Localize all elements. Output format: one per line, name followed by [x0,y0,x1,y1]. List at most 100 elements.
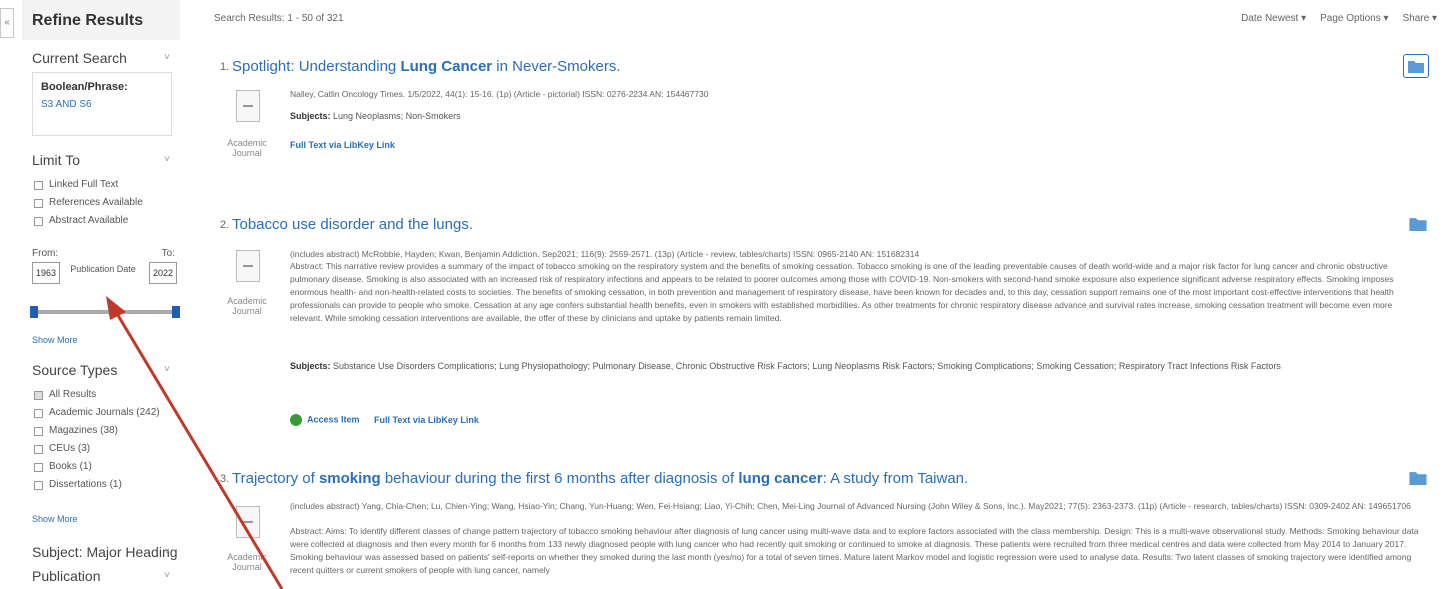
subject-major-heading-label: Subject: Major Heading [32,544,178,560]
to-label: To: [161,248,175,259]
subjects-text: Lung Neoplasms; Non-Smokers [333,111,461,121]
refine-results-sidebar: Refine Results Current Search ˅ Boolean/… [22,0,180,589]
access-item-label: Access Item [307,414,360,425]
boolean-phrase-link[interactable]: S3 AND S6 [41,99,171,110]
document-type: Academic Journal [227,296,267,316]
checkbox-label: Abstract Available [49,215,129,226]
publication-date-range: From: To: 1963 Publication Date 2022 [32,248,177,294]
title-highlight: smoking [318,470,381,487]
title-text: : A study from Taiwan. [822,470,969,487]
refine-results-title: Refine Results [32,12,144,29]
checkbox[interactable] [34,216,43,226]
chevron-down-icon[interactable]: ˅ [164,566,170,586]
checkbox[interactable] [34,198,43,208]
result-number: 3. [220,473,230,485]
title-text: Spotlight: Understanding [232,58,401,75]
checkbox-label: All Results [49,389,97,400]
boolean-phrase-label: Boolean/Phrase: [41,81,128,93]
chevron-down-icon[interactable]: ˅ [164,48,170,68]
source-magazines[interactable]: Magazines (38) [22,422,180,440]
share-dropdown[interactable]: Share ▾ [1403,13,1437,24]
source-types-heading[interactable]: Source Types ˅ [22,360,180,380]
access-item-icon [290,414,302,426]
current-search-heading[interactable]: Current Search ˅ [22,48,180,68]
result-subjects: Subjects: Substance Use Disorders Compli… [290,360,1420,373]
result-abstract: Abstract: Aims: To identify different cl… [290,526,1419,575]
folder-icon[interactable] [1403,54,1429,78]
slider-handle-max[interactable] [172,306,180,318]
title-highlight: lung cancer [738,470,823,487]
document-icon[interactable] [236,506,260,538]
checkbox-label: CEUs (3) [49,443,91,454]
title-text: in Never-Smokers. [492,58,621,75]
checkbox[interactable] [34,444,43,454]
show-more-link-limit[interactable]: Show More [22,335,78,345]
result-item: 1. Spotlight: Understanding Lung Cancer … [214,54,1439,188]
date-from-input[interactable]: 1963 [32,262,60,284]
limit-linked-full-text[interactable]: Linked Full Text [22,176,180,194]
checkbox[interactable] [34,480,43,490]
result-number: 1. [220,61,230,73]
from-label: From: [32,248,59,259]
checkbox[interactable] [34,180,43,190]
subjects-label: Subjects: [290,111,331,121]
result-item: 2. Tobacco use disorder and the lungs. A… [214,216,1439,466]
checkbox[interactable] [34,426,43,436]
checkbox[interactable] [34,408,43,418]
collapse-sidebar-button[interactable]: « [0,8,14,38]
document-icon[interactable] [236,90,260,122]
current-search-label: Current Search [32,50,127,66]
slider-track [30,310,180,314]
document-type: Academic Journal [227,138,267,158]
chevron-down-icon[interactable]: ˅ [164,150,170,170]
date-to-input[interactable]: 2022 [149,262,177,284]
result-actions-toolbar: Date Newest ▾ Page Options ▾ Share ▾ [1241,13,1437,24]
folder-icon[interactable] [1409,470,1429,486]
source-dissertations[interactable]: Dissertations (1) [22,476,180,494]
page-options-dropdown[interactable]: Page Options ▾ [1320,13,1388,24]
source-academic-journals[interactable]: Academic Journals (242) [22,404,180,422]
results-count: Search Results: 1 - 50 of 321 [214,13,344,24]
result-title-link[interactable]: Spotlight: Understanding Lung Cancer in … [232,58,621,75]
show-more-link-source[interactable]: Show More [22,514,78,524]
slider-handle-min[interactable] [30,306,38,318]
source-ceus[interactable]: CEUs (3) [22,440,180,458]
checkbox[interactable] [34,390,43,400]
publication-label: Publication [32,568,101,584]
subject-major-heading-heading[interactable]: Subject: Major Heading ˅ [22,542,180,562]
access-item-link[interactable]: Access Item [290,414,360,426]
result-title-link[interactable]: Tobacco use disorder and the lungs. [232,216,473,233]
limit-to-heading[interactable]: Limit To ˅ [22,150,180,170]
full-text-libkey-link[interactable]: Full Text via LibKey Link [374,415,479,425]
result-title-link[interactable]: Trajectory of smoking behaviour during t… [232,470,968,487]
limit-abstract-available[interactable]: Abstract Available [22,212,180,230]
source-types-section: Source Types ˅ All Results Academic Jour… [22,360,180,494]
limit-references-available[interactable]: References Available [22,194,180,212]
result-subjects: Subjects: Lung Neoplasms; Non-Smokers [290,110,1420,123]
title-highlight: Lung Cancer [400,58,493,75]
publication-date-label: Publication Date [70,264,136,274]
document-icon[interactable] [236,250,260,282]
full-text-libkey-link[interactable]: Full Text via LibKey Link [290,140,395,150]
source-types-label: Source Types [32,362,118,378]
subjects-text: Substance Use Disorders Complications; L… [333,361,1281,371]
limit-to-label: Limit To [32,152,80,168]
checkbox[interactable] [34,462,43,472]
document-type: Academic Journal [227,552,267,572]
chevron-down-icon[interactable]: ˅ [164,542,170,562]
subject-major-heading-section: Subject: Major Heading ˅ [22,542,180,562]
date-range-slider[interactable] [30,306,180,318]
checkbox-label: Magazines (38) [49,425,118,436]
result-meta: (includes abstract) Yang, Chia-Chen; Lu,… [290,501,1411,511]
publication-heading[interactable]: Publication ˅ [22,566,180,586]
chevron-down-icon[interactable]: ˅ [164,360,170,380]
folder-icon[interactable] [1409,216,1429,232]
sort-dropdown[interactable]: Date Newest ▾ [1241,13,1306,24]
subjects-label: Subjects: [290,361,331,371]
source-books[interactable]: Books (1) [22,458,180,476]
source-all-results[interactable]: All Results [22,386,180,404]
result-abstract: Abstract: This narrative review provides… [290,261,1394,323]
current-search-section: Current Search ˅ [22,48,180,68]
checkbox-label: Academic Journals (242) [49,407,160,418]
publication-section: Publication ˅ [22,566,180,586]
